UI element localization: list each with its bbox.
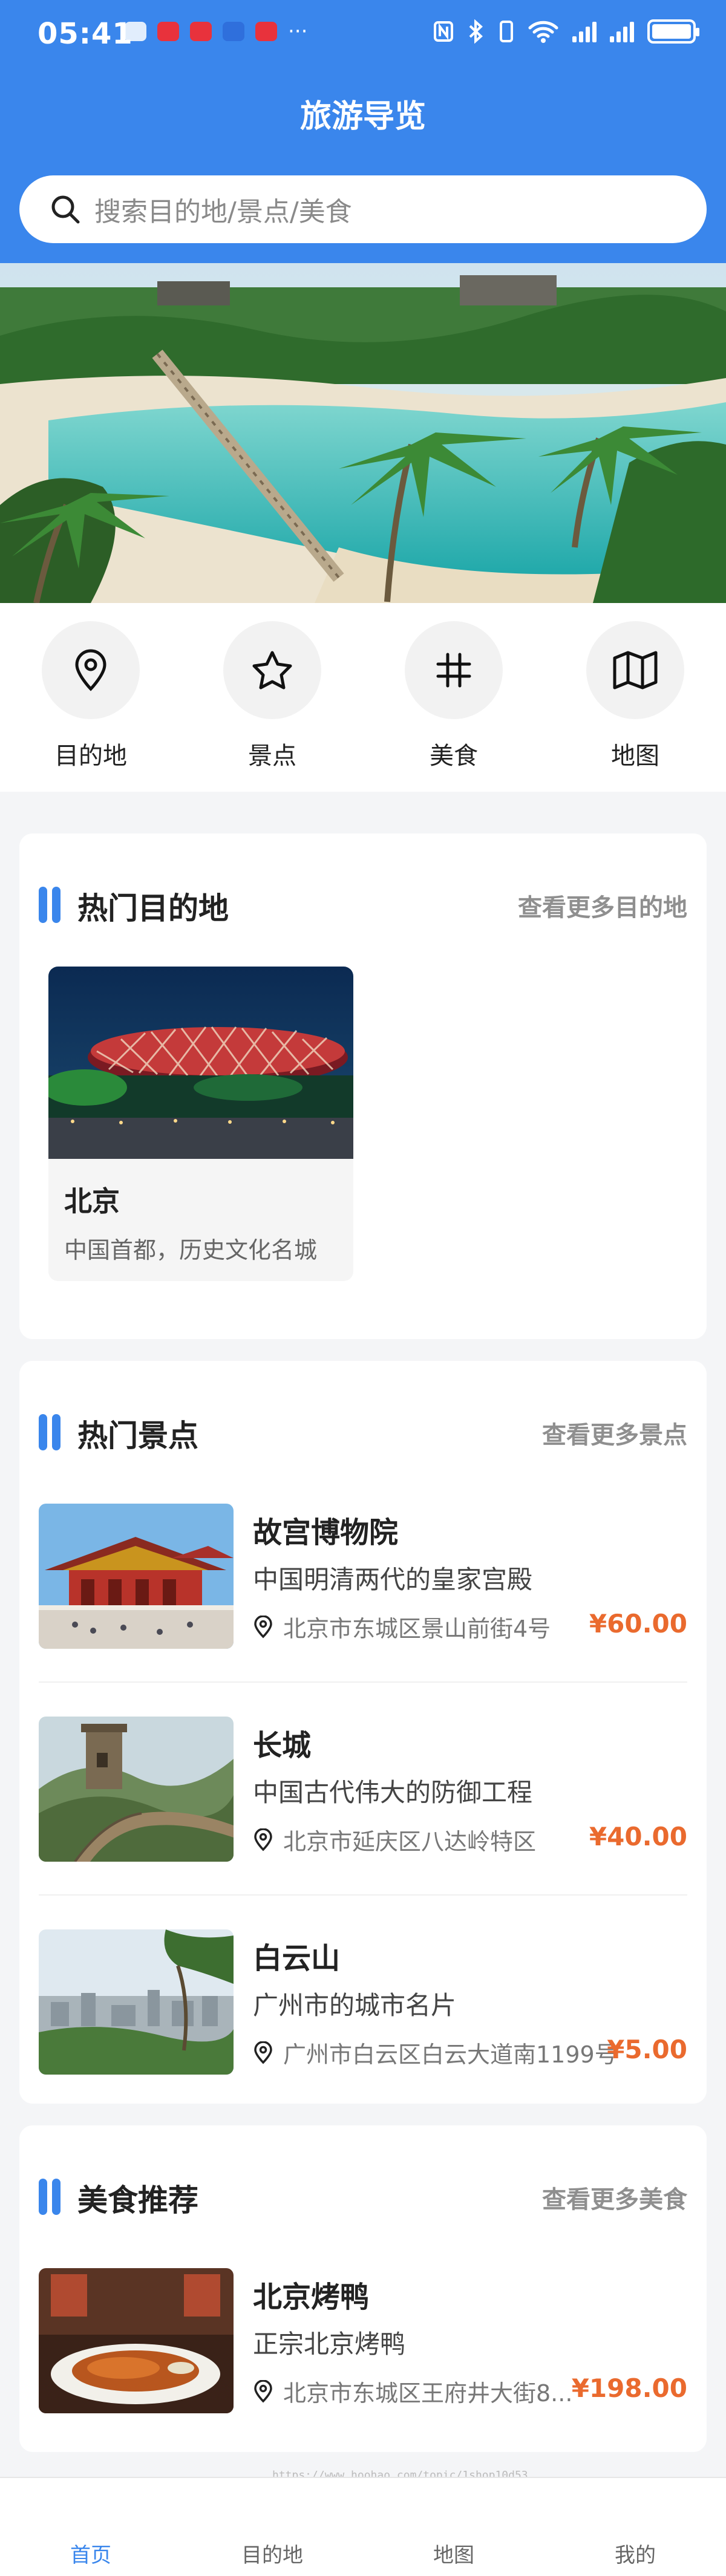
notification-app-icon <box>255 22 277 41</box>
notification-app-icon <box>157 22 179 41</box>
battery-icon <box>647 19 699 44</box>
roast-duck-image <box>39 2268 234 2413</box>
tab-home[interactable]: 首页 <box>30 2539 151 2568</box>
section-accent-bar <box>52 887 60 923</box>
bluetooth-icon <box>469 19 483 44</box>
spot-desc: 广州市的城市名片 <box>253 1991 457 2020</box>
search-placeholder: 搜索目的地/景点/美食 <box>94 197 352 227</box>
spot-address: 北京市延庆区八达岭特区 <box>253 1823 536 1856</box>
quick-nav-destination[interactable]: 目的地 <box>30 621 151 792</box>
quick-nav-food[interactable]: 美食 <box>393 621 514 792</box>
forbidden-city-image <box>39 1504 234 1649</box>
location-pin-icon <box>254 2379 272 2402</box>
section-title: 热门目的地 <box>77 891 229 926</box>
section-accent-bar <box>39 1414 47 1450</box>
location-pin-icon <box>254 1615 272 1638</box>
section-accent-bar <box>39 887 47 923</box>
spot-price: ¥5.00 <box>607 2035 687 2064</box>
quick-nav-label: 美食 <box>430 742 478 770</box>
signal-icon <box>572 21 597 42</box>
search-icon <box>51 195 80 224</box>
nfc-icon <box>434 21 453 42</box>
quick-nav-spots[interactable]: 景点 <box>212 621 333 792</box>
food-address-text: 北京市东城区王府井大街8... <box>283 2380 573 2407</box>
food-address: 北京市东城区王府井大街8... <box>253 2375 572 2408</box>
baiyun-mountain-image <box>39 1929 234 2075</box>
star-icon <box>223 621 321 719</box>
section-title: 美食推荐 <box>77 2183 198 2218</box>
status-bar: 05:41 ··· <box>0 0 726 73</box>
notification-app-icon <box>190 22 212 41</box>
signal-icon <box>610 21 634 42</box>
tab-mine[interactable]: 我的 <box>575 2539 696 2568</box>
section-title: 热门景点 <box>77 1418 198 1453</box>
section-accent-bar <box>52 1414 60 1450</box>
great-wall-image <box>39 1717 234 1862</box>
map-icon <box>586 621 684 719</box>
hot-destinations-section: 热门目的地 查看更多目的地 北京 中国首都，历史文化名城 <box>19 833 707 1339</box>
page: 05:41 ··· 旅游导览 搜索目的地/景点/美食 目的地 景点 美食 地图 … <box>0 0 726 2576</box>
spot-name: 故宫博物院 <box>253 1516 399 1550</box>
food-item[interactable]: 北京烤鸭 正宗北京烤鸭 北京市东城区王府井大街8... ¥198.00 <box>39 2268 687 2423</box>
spot-item[interactable]: 白云山 广州市的城市名片 广州市白云区白云大道南1199号 ¥5.00 <box>39 1929 687 2084</box>
section-header: 热门景点 查看更多景点 <box>39 1410 687 1453</box>
header-area: 05:41 ··· 旅游导览 搜索目的地/景点/美食 <box>0 0 726 263</box>
location-pin-icon <box>254 1828 272 1851</box>
food-section: 美食推荐 查看更多美食 北京烤鸭 正宗北京烤鸭 北京市东城区王府井大街8... … <box>19 2125 707 2452</box>
beach-scene-image <box>0 263 726 603</box>
spot-address-text: 北京市延庆区八达岭特区 <box>283 1828 537 1855</box>
bottom-tab-bar: 首页 目的地 地图 我的 <box>0 2477 726 2576</box>
section-header: 热门目的地 查看更多目的地 <box>39 883 687 926</box>
section-header: 美食推荐 查看更多美食 <box>39 2175 687 2218</box>
quick-nav-map[interactable]: 地图 <box>575 621 696 792</box>
location-pin-icon <box>42 621 140 719</box>
section-accent-bar <box>39 2179 47 2215</box>
destination-name: 北京 <box>64 1185 120 1218</box>
search-bar[interactable]: 搜索目的地/景点/美食 <box>19 175 707 243</box>
status-time: 05:41 <box>38 17 133 51</box>
vibrate-icon <box>500 21 513 42</box>
spot-name: 长城 <box>253 1729 312 1762</box>
quick-nav-label: 目的地 <box>54 742 127 770</box>
page-title: 旅游导览 <box>299 99 426 135</box>
destination-desc: 中国首都，历史文化名城 <box>64 1237 318 1264</box>
wifi-icon <box>528 21 558 43</box>
food-desc: 正宗北京烤鸭 <box>253 2329 406 2359</box>
hash-icon <box>405 621 503 719</box>
tab-destinations[interactable]: 目的地 <box>212 2539 333 2568</box>
spot-desc: 中国明清两代的皇家宫殿 <box>253 1565 533 1594</box>
divider <box>39 1894 687 1896</box>
tab-map[interactable]: 地图 <box>393 2539 514 2568</box>
spot-item[interactable]: 长城 中国古代伟大的防御工程 北京市延庆区八达岭特区 ¥40.00 <box>39 1717 687 1871</box>
notification-app-icon <box>125 22 146 41</box>
section-accent-bar <box>52 2179 60 2215</box>
notification-app-icon <box>223 22 244 41</box>
quick-nav-label: 景点 <box>248 742 296 770</box>
quick-nav-label: 地图 <box>611 742 659 770</box>
spot-address: 北京市东城区景山前街4号 <box>253 1610 551 1643</box>
destination-card[interactable]: 北京 中国首都，历史文化名城 <box>48 967 353 1281</box>
spot-item[interactable]: 故宫博物院 中国明清两代的皇家宫殿 北京市东城区景山前街4号 ¥60.00 <box>39 1504 687 1658</box>
spot-price: ¥40.00 <box>589 1822 687 1851</box>
hero-banner-image[interactable] <box>0 263 726 603</box>
spot-price: ¥60.00 <box>589 1609 687 1639</box>
more-spots-link[interactable]: 查看更多景点 <box>542 1415 687 1450</box>
more-notifications-icon: ··· <box>288 19 308 44</box>
birds-nest-stadium-image <box>48 967 353 1159</box>
spot-address-text: 广州市白云区白云大道南1199号 <box>283 2041 618 2068</box>
spot-address: 广州市白云区白云大道南1199号 <box>253 2036 618 2069</box>
quick-nav: 目的地 景点 美食 地图 <box>0 603 726 792</box>
more-food-link[interactable]: 查看更多美食 <box>542 2180 687 2215</box>
hot-spots-section: 热门景点 查看更多景点 故宫博物院 中国明清两代的皇家宫殿 北京市东城区景山前街… <box>19 1361 707 2104</box>
notification-icons: ··· <box>125 19 308 44</box>
spot-name: 白云山 <box>253 1942 341 1975</box>
food-price: ¥198.00 <box>571 2373 687 2403</box>
location-pin-icon <box>254 2041 272 2064</box>
spot-address-text: 北京市东城区景山前街4号 <box>283 1616 551 1642</box>
food-name: 北京烤鸭 <box>253 2280 370 2314</box>
spot-desc: 中国古代伟大的防御工程 <box>253 1778 533 1807</box>
more-destinations-link[interactable]: 查看更多目的地 <box>518 888 687 923</box>
divider <box>39 1681 687 1683</box>
system-icons <box>433 19 699 44</box>
